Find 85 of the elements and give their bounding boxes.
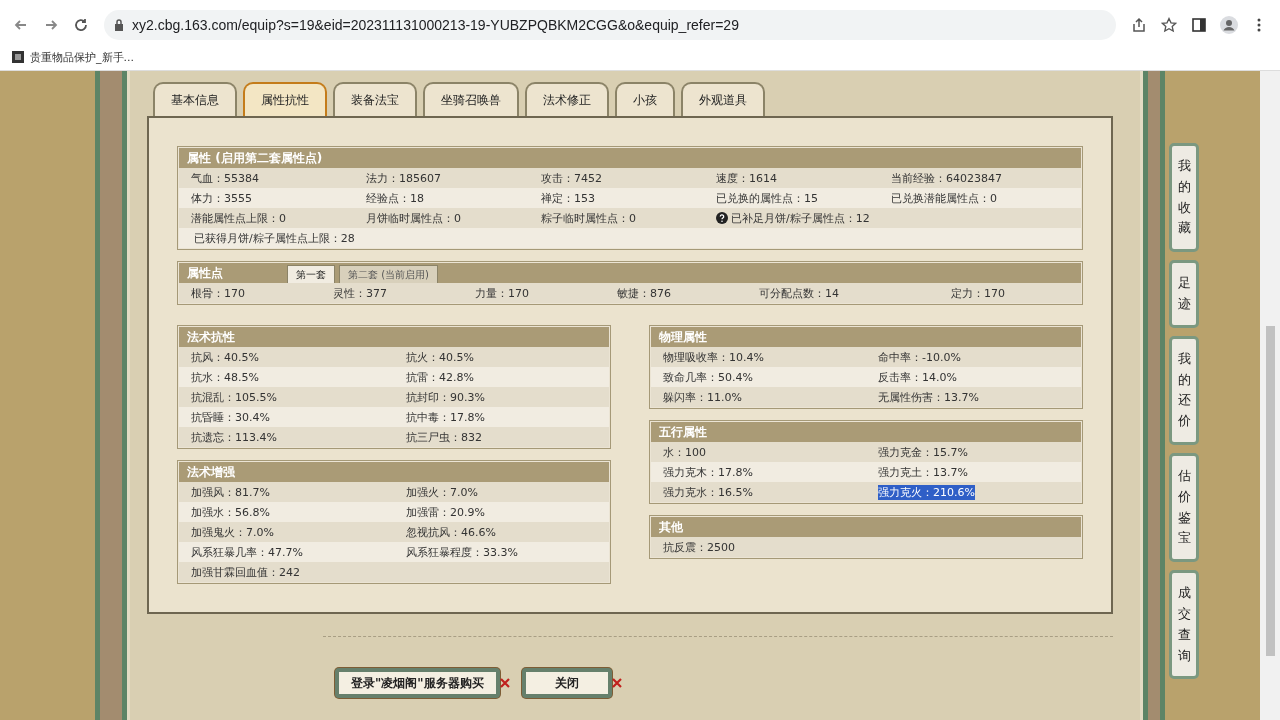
stat-value: 抗雷：42.8% [406,369,474,385]
stat-value: 加强鬼火：7.0% [191,524,274,540]
stat-value: 水：100 [663,444,706,460]
stat-value: 强力克金：15.7% [878,444,968,460]
stat-value: 敏捷：876 [617,285,671,301]
stat-value: 潜能属性点上限：0 [191,210,286,226]
cross-icon [611,678,622,688]
stat-value: 物理吸收率：10.4% [663,349,764,365]
stat-value: 攻击：7452 [541,170,602,186]
stat-value: 命中率：-10.0% [878,349,961,365]
side-nav-tab[interactable]: 我的收藏 [1169,143,1199,253]
stat-value: 抗混乱：105.5% [191,389,277,405]
stat-value: 加强甘霖回血值：242 [191,564,300,580]
stat-value: 体力：3555 [191,190,252,206]
buy-button[interactable]: 登录"凌烟阁"服务器购买 [335,668,500,698]
side-nav-tab[interactable]: 我的还价 [1169,335,1199,445]
tab[interactable]: 外观道具 [681,82,765,116]
stat-value: 已补足月饼/粽子属性点：12 [731,210,870,226]
lock-icon [114,19,124,31]
side-nav-tab[interactable]: 足迹 [1169,260,1199,328]
panel-title: 物理属性 [659,328,707,346]
stat-value: 月饼临时属性点：0 [366,210,461,226]
stat-value: 无属性伤害：13.7% [878,389,979,405]
stat-value: 忽视抗风：46.6% [406,524,496,540]
stat-value: 力量：170 [475,285,529,301]
tab[interactable]: 第二套 (当前启用) [339,265,438,283]
stat-value: 强力克火：210.6% [878,484,975,500]
stat-value: 抗火：40.5% [406,349,474,365]
stat-value: 加强雷：20.9% [406,504,485,520]
stat-value: 加强火：7.0% [406,484,478,500]
stat-value: 反击率：14.0% [878,369,957,385]
stat-value: 已兑换的属性点：15 [716,190,818,206]
panel-title: 五行属性 [659,423,707,441]
stat-value: 加强水：56.8% [191,504,270,520]
tab[interactable]: 小孩 [615,82,675,116]
panel-title: 属性点 [186,264,224,282]
stat-value: 抗中毒：17.8% [406,409,485,425]
stat-value: 风系狂暴几率：47.7% [191,544,303,560]
panel-title: 法术增强 [187,463,235,481]
stat-value: 已获得月饼/粽子属性点上限：28 [194,230,355,246]
panel-title: 属性 (启用第二套属性点) [187,149,323,167]
stat-value: 当前经验：64023847 [891,170,1002,186]
help-icon[interactable] [716,212,728,224]
stat-value: 气血：55384 [191,170,259,186]
stat-value: 定力：170 [951,285,1005,301]
panel-title: 法术抗性 [187,328,235,346]
panel-title: 其他 [659,518,683,536]
tab[interactable]: 装备法宝 [333,82,417,116]
stat-value: 抗封印：90.3% [406,389,485,405]
close-button[interactable]: 关闭 [521,668,612,698]
stat-value: 禅定：153 [541,190,595,206]
stat-value: 法力：185607 [366,170,441,186]
stat-value: 抗三尸虫：832 [406,429,482,445]
tab[interactable]: 法术修正 [525,82,609,116]
tab[interactable]: 基本信息 [153,82,237,116]
stat-value: 灵性：377 [333,285,387,301]
stat-value: 强力克木：17.8% [663,464,753,480]
stat-value: 粽子临时属性点：0 [541,210,636,226]
stat-value: 速度：1614 [716,170,777,186]
stat-value: 加强风：81.7% [191,484,270,500]
stat-value: 致命几率：50.4% [663,369,753,385]
stat-value: 根骨：170 [191,285,245,301]
stat-value: 风系狂暴程度：33.3% [406,544,518,560]
scrollbar-thumb[interactable] [1265,326,1275,656]
stat-value: 强力克水：16.5% [663,484,753,500]
favicon-icon [12,51,24,63]
side-nav-tab[interactable]: 估价鉴宝 [1169,452,1199,563]
reload-icon [73,17,89,33]
stat-value: 已兑换潜能属性点：0 [891,190,997,206]
cross-icon [499,678,510,688]
tab[interactable]: 第一套 [287,265,335,283]
tab[interactable]: 属性抗性 [243,82,327,116]
stat-value: 强力克土：13.7% [878,464,968,480]
stat-value: 躲闪率：11.0% [663,389,742,405]
stat-value: 经验点：18 [366,190,424,206]
stat-value: 抗遗忘：113.4% [191,429,277,445]
stat-value: 抗风：40.5% [191,349,259,365]
stat-value: 抗反震：2500 [663,539,735,555]
stat-value: 抗水：48.5% [191,369,259,385]
bookmark-link[interactable]: 贵重物品保护_新手... [12,49,134,65]
stat-value: 可分配点数：14 [759,285,839,301]
side-nav-tab[interactable]: 成交查询 [1169,570,1199,680]
address-bar[interactable]: xy2.cbg.163.com/equip?s=19&eid=202311131000213-19-YUBZPQBKM2CGG&o&equip_refer=29 [104,10,1116,40]
tab[interactable]: 坐骑召唤兽 [423,82,519,116]
stat-value: 抗昏睡：30.4% [191,409,270,425]
